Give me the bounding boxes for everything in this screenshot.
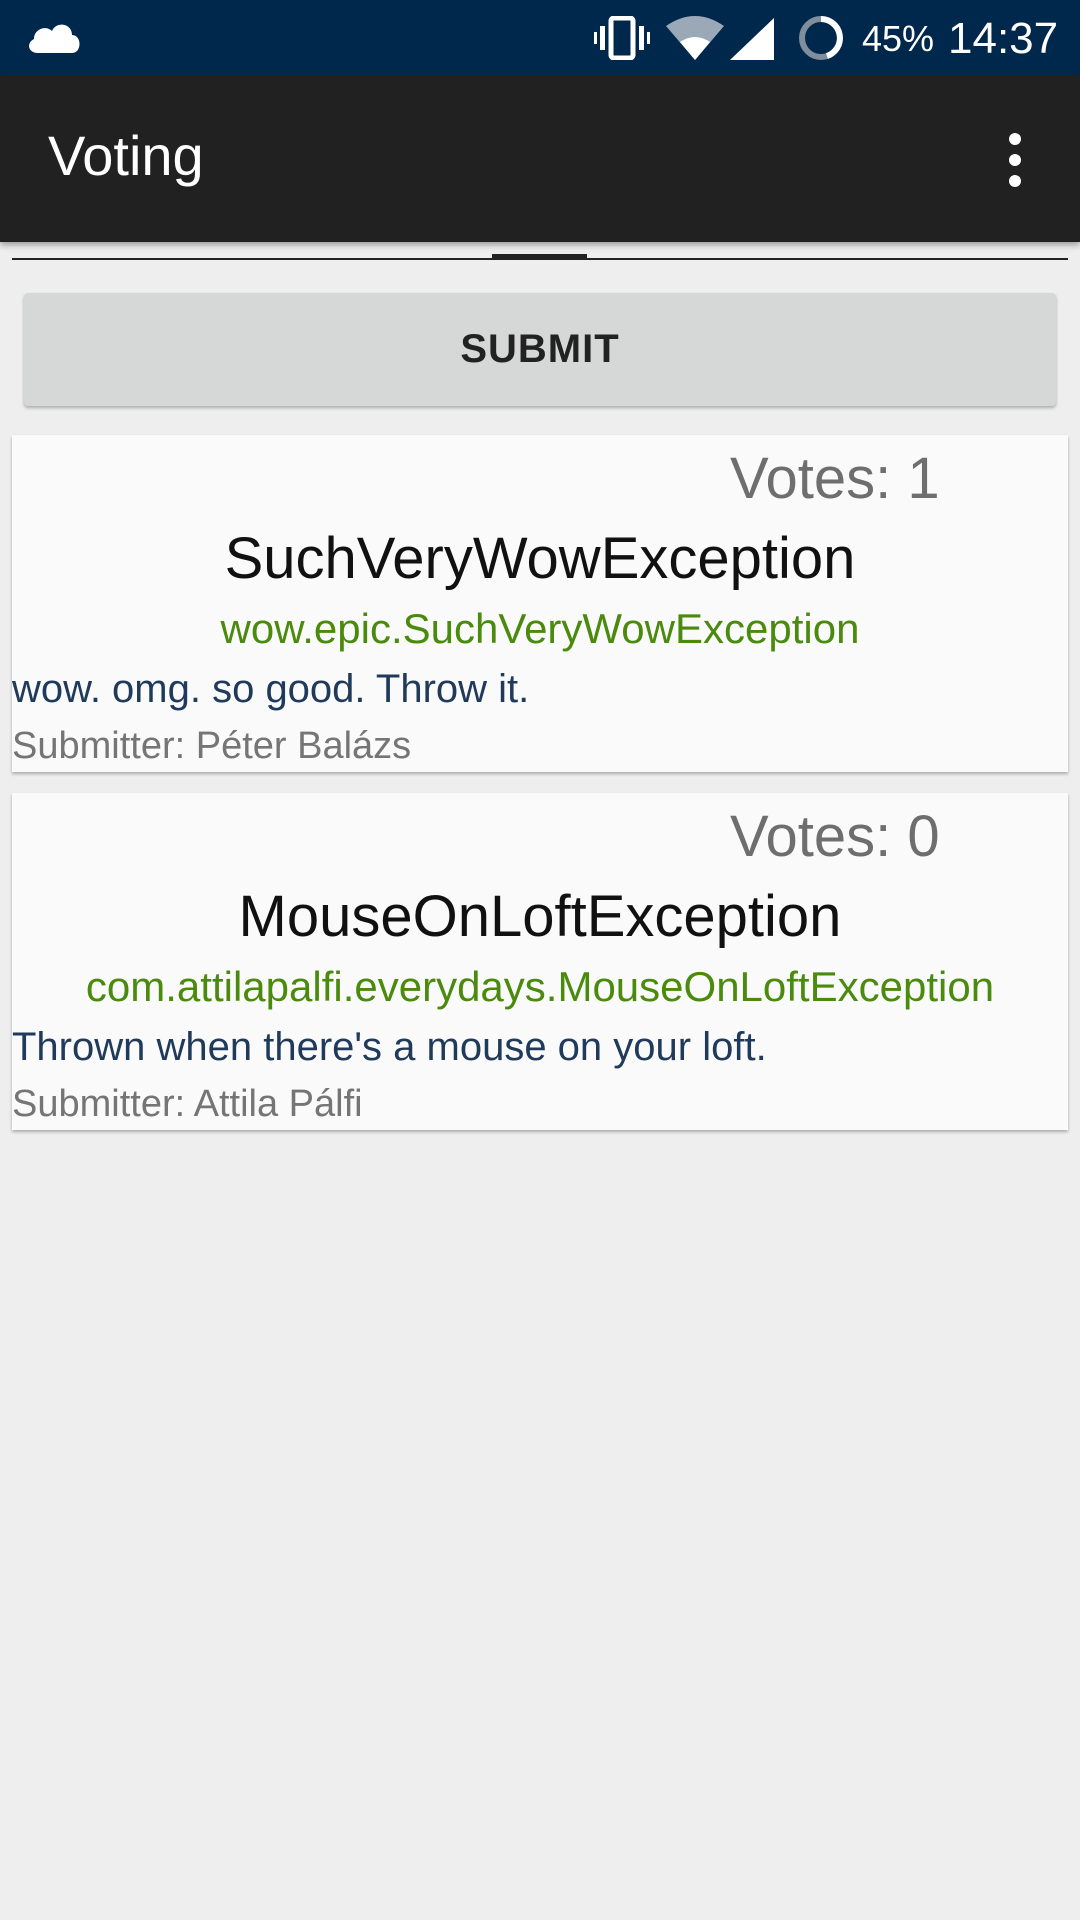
exception-description: wow. omg. so good. Throw it. [12,667,530,711]
votes-count: Votes: 1 [730,446,940,511]
status-clock: 14:37 [948,14,1059,63]
tab-indicator [492,254,587,259]
battery-percent: 45% [862,18,935,59]
exception-submitter: Submitter: Attila Pálfi [12,1083,363,1125]
vibrate-icon [594,15,650,65]
wifi-icon [666,16,724,65]
exception-class-name: wow.epic.SuchVeryWowException [220,605,860,652]
exception-card[interactable]: Votes: 1 SuchVeryWowException wow.epic.S… [12,435,1068,772]
overflow-menu-icon[interactable] [990,125,1040,195]
exception-card[interactable]: Votes: 0 MouseOnLoftException com.attila… [12,793,1068,1130]
page-title: Voting [48,124,204,187]
cloud-icon [26,19,82,60]
exception-name: MouseOnLoftException [238,884,842,949]
exception-description: Thrown when there's a mouse on your loft… [12,1025,767,1069]
votes-count: Votes: 0 [730,804,940,869]
exception-class-name: com.attilapalfi.everydays.MouseOnLoftExc… [85,963,995,1010]
status-bar: 45% 14:37 [0,0,1080,75]
app-bar: Voting [0,75,1080,242]
battery-icon [797,14,845,67]
submit-button[interactable]: SUBMIT [24,293,1056,406]
exception-submitter: Submitter: Péter Balázs [12,725,412,767]
cell-signal-icon [730,18,774,65]
exception-name: SuchVeryWowException [224,526,856,591]
